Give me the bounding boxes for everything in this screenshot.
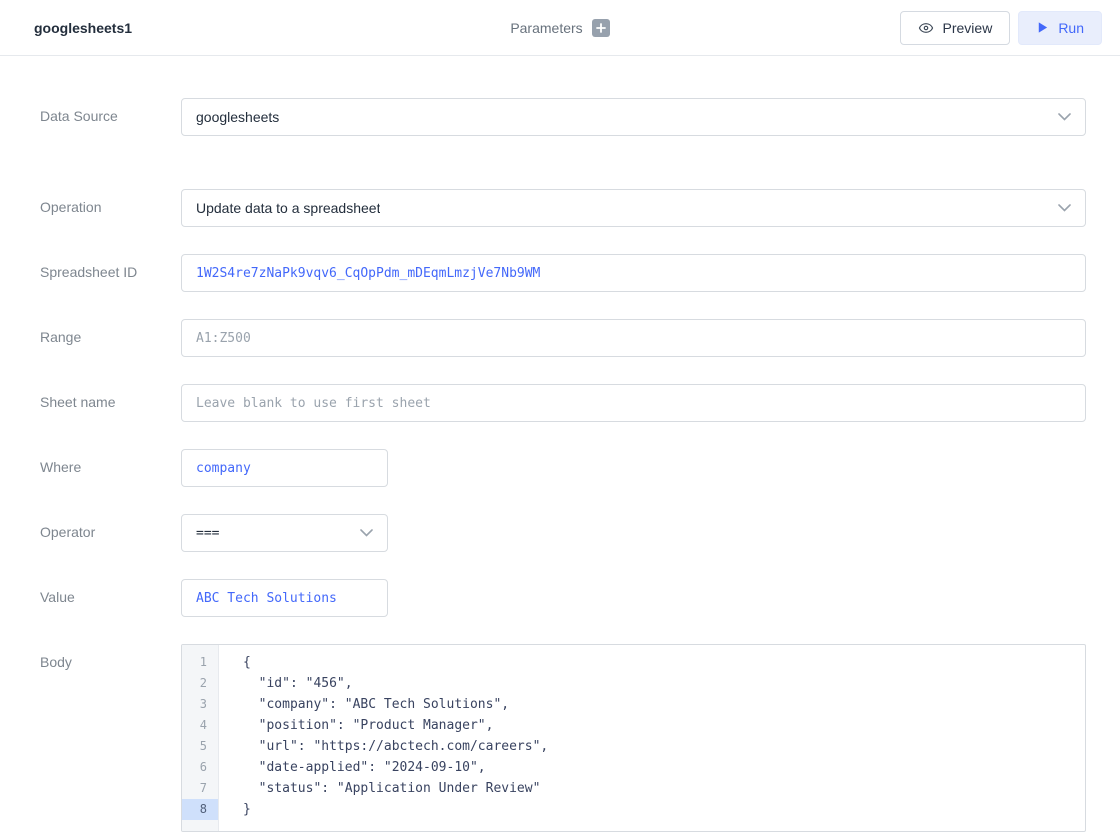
operator-label: Operator [40, 514, 181, 552]
value-label: Value [40, 579, 181, 617]
chevron-down-icon [1058, 204, 1071, 212]
line-number: 1 [182, 652, 218, 673]
range-label: Range [40, 319, 181, 357]
code-line: "url": "https://abctech.com/careers", [243, 736, 1085, 757]
sheet-name-input[interactable] [181, 384, 1086, 422]
field-row-range: Range [40, 319, 1086, 357]
query-config-form: Data Source googlesheets Operation Updat… [0, 56, 1120, 832]
operation-selected-value: Update data to a spreadsheet [196, 200, 380, 216]
line-number: 7 [182, 778, 218, 799]
line-number: 6 [182, 757, 218, 778]
chevron-down-icon [360, 529, 373, 537]
operation-label: Operation [40, 189, 181, 227]
field-row-body: Body 1 2 3 4 5 6 7 8 { "id": "456", "com… [40, 644, 1086, 832]
line-number: 3 [182, 694, 218, 715]
code-line: { [243, 652, 1085, 673]
editor-gutter: 1 2 3 4 5 6 7 8 [182, 645, 219, 831]
field-row-where: Where [40, 449, 1086, 487]
field-row-sheet-name: Sheet name [40, 384, 1086, 422]
sheet-name-label: Sheet name [40, 384, 181, 422]
field-row-data-source: Data Source googlesheets [40, 98, 1086, 136]
code-line: "company": "ABC Tech Solutions", [243, 694, 1085, 715]
parameters-label: Parameters [510, 20, 582, 36]
line-number: 2 [182, 673, 218, 694]
body-code-editor[interactable]: 1 2 3 4 5 6 7 8 { "id": "456", "company"… [181, 644, 1086, 832]
line-number-active: 8 [182, 799, 218, 820]
code-line: "position": "Product Manager", [243, 715, 1085, 736]
operation-select[interactable]: Update data to a spreadsheet [181, 189, 1086, 227]
body-label: Body [40, 644, 181, 832]
line-number: 5 [182, 736, 218, 757]
field-row-operation: Operation Update data to a spreadsheet [40, 189, 1086, 227]
plus-icon [596, 23, 606, 33]
line-number: 4 [182, 715, 218, 736]
code-line: "status": "Application Under Review" [243, 778, 1085, 799]
value-input[interactable] [181, 579, 388, 617]
spreadsheet-id-input[interactable] [181, 254, 1086, 292]
parameters-section: Parameters [0, 0, 1120, 55]
code-line: "date-applied": "2024-09-10", [243, 757, 1085, 778]
add-parameter-button[interactable] [592, 19, 610, 37]
data-source-select[interactable]: googlesheets [181, 98, 1086, 136]
code-line: } [243, 799, 1085, 820]
where-input[interactable] [181, 449, 388, 487]
field-row-operator: Operator === [40, 514, 1086, 552]
data-source-selected-value: googlesheets [196, 109, 279, 125]
data-source-label: Data Source [40, 98, 181, 136]
spreadsheet-id-label: Spreadsheet ID [40, 254, 181, 292]
operator-select[interactable]: === [181, 514, 388, 552]
editor-code-area: { "id": "456", "company": "ABC Tech Solu… [219, 645, 1085, 831]
range-input[interactable] [181, 319, 1086, 357]
field-row-value: Value [40, 579, 1086, 617]
where-label: Where [40, 449, 181, 487]
query-panel-header: googlesheets1 Parameters Preview Run [0, 0, 1120, 56]
code-line: "id": "456", [243, 673, 1085, 694]
chevron-down-icon [1058, 113, 1071, 121]
operator-selected-value: === [196, 526, 219, 541]
field-row-spreadsheet-id: Spreadsheet ID [40, 254, 1086, 292]
